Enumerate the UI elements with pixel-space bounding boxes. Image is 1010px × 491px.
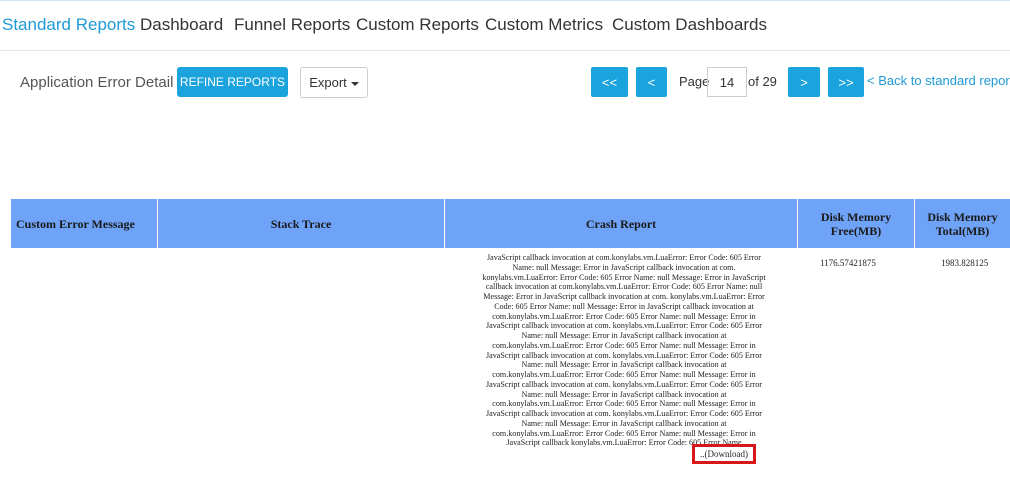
export-dropdown-button[interactable]: Export <box>300 67 368 98</box>
page-number-input[interactable]: 14 <box>707 67 747 97</box>
col-disk-memory-total: Disk Memory Total(MB) <box>927 209 998 238</box>
first-page-button[interactable]: << <box>591 67 628 97</box>
col-crash-report: Crash Report <box>445 199 798 248</box>
page-label: Page <box>679 74 710 89</box>
prev-page-button[interactable]: < <box>636 67 667 97</box>
next-page-button[interactable]: > <box>788 67 820 97</box>
back-to-standard-reports-link[interactable]: < Back to standard reports <box>867 73 1010 88</box>
tab-custom-dashboards[interactable]: Custom Dashboards <box>612 15 767 35</box>
download-link[interactable]: ..(Download) <box>692 444 756 464</box>
refine-reports-button[interactable]: REFINE REPORTS <box>177 67 288 97</box>
tab-custom-reports[interactable]: Custom Reports <box>356 15 479 35</box>
page-total-label: of 29 <box>748 74 777 89</box>
page-title: Application Error Detail <box>20 74 174 91</box>
cell-disk-memory-total: 1983.828125 <box>941 258 989 268</box>
export-label: Export <box>309 75 347 90</box>
caret-down-icon <box>350 81 359 86</box>
tab-custom-metrics[interactable]: Custom Metrics <box>485 15 603 35</box>
col-custom-error-message: Custom Error Message <box>11 199 158 248</box>
last-page-button[interactable]: >> <box>828 67 864 97</box>
cell-crash-report: JavaScript callback invocation at com.ko… <box>482 253 766 448</box>
col-disk-memory-free: Disk Memory Free(MB) <box>798 199 915 248</box>
tab-dashboard[interactable]: Dashboard <box>140 15 223 35</box>
tab-funnel-reports[interactable]: Funnel Reports <box>234 15 350 35</box>
table-header: Custom Error Message Stack Trace Crash R… <box>11 199 1010 248</box>
top-nav: Standard Reports Dashboard Funnel Report… <box>0 0 1010 51</box>
col-stack-trace: Stack Trace <box>158 199 445 248</box>
tab-standard-reports[interactable]: Standard Reports <box>2 15 135 35</box>
cell-disk-memory-free: 1176.57421875 <box>820 258 876 268</box>
